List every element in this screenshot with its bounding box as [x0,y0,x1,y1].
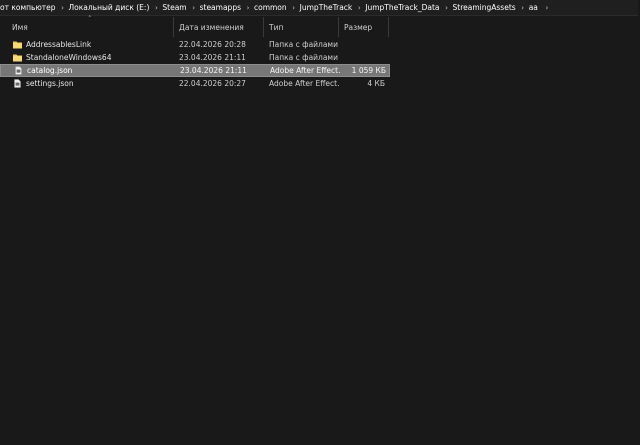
column-header-size-label: Размер [344,22,373,32]
breadcrumb-item-steam[interactable]: Steam [161,3,188,12]
chevron-right-icon[interactable]: › [518,4,528,12]
column-header-date-label: Дата изменения [179,22,244,32]
chevron-right-icon[interactable]: › [189,4,199,12]
file-date: 22.04.2026 20:28 [179,40,246,49]
file-type: Adobe After Effect... [269,79,339,88]
breadcrumb-item-common[interactable]: common [253,3,289,12]
breadcrumb-item-computer[interactable]: от компьютер [0,3,58,12]
column-header-type-label: Тип [269,22,284,32]
breadcrumb-item-jumpthetrack-data[interactable]: JumpTheTrack_Data [364,3,441,12]
breadcrumb[interactable]: от компьютер › Локальный диск (E:) › Ste… [0,0,638,16]
column-header-name-label: Имя [12,22,28,32]
chevron-right-icon[interactable]: › [354,4,364,12]
folder-icon [13,53,22,62]
column-header-date[interactable]: Дата изменения [174,17,264,37]
chevron-right-icon[interactable]: › [540,4,554,12]
folder-icon [13,40,22,49]
list-item[interactable]: StandaloneWindows64 23.04.2026 21:11 Пап… [0,51,390,64]
file-name: StandaloneWindows64 [26,53,112,62]
chevron-right-icon[interactable]: › [442,4,452,12]
json-file-icon [13,79,22,88]
chevron-right-icon[interactable]: › [151,4,161,12]
column-header-type[interactable]: Тип [264,17,339,37]
file-type: Папка с файлами [269,53,338,62]
list-item[interactable]: settings.json 22.04.2026 20:27 Adobe Aft… [0,77,390,90]
list-item-selected[interactable]: catalog.json 23.04.2026 21:11 Adobe Afte… [0,64,390,77]
breadcrumb-item-aa[interactable]: aa [528,3,540,12]
file-type: Adobe After Effect... [270,66,340,75]
json-file-icon [14,66,23,75]
file-name: AddressablesLink [26,40,92,49]
file-size: 1 059 КБ [351,66,386,75]
column-header-size[interactable]: Размер [339,17,389,37]
file-size: 4 КБ [367,79,385,88]
breadcrumb-item-streamingassets[interactable]: StreamingAssets [452,3,518,12]
file-explorer-window: от компьютер › Локальный диск (E:) › Ste… [0,0,640,445]
column-header-name[interactable]: ˄ Имя [0,15,174,37]
file-type: Папка с файлами [269,40,338,49]
list-item[interactable]: AddressablesLink 22.04.2026 20:28 Папка … [0,38,390,51]
chevron-right-icon[interactable]: › [289,4,299,12]
breadcrumb-item-jumpthetrack[interactable]: JumpTheTrack [299,3,355,12]
file-date: 23.04.2026 21:11 [180,66,247,75]
file-name: settings.json [26,79,74,88]
column-headers: ˄ Имя Дата изменения Тип Размер [0,15,390,37]
file-date: 22.04.2026 20:27 [179,79,246,88]
file-name: catalog.json [27,66,73,75]
chevron-right-icon[interactable]: › [58,4,68,12]
chevron-right-icon[interactable]: › [243,4,253,12]
file-list: AddressablesLink 22.04.2026 20:28 Папка … [0,38,390,90]
breadcrumb-item-steamapps[interactable]: steamapps [199,3,243,12]
file-date: 23.04.2026 21:11 [179,53,246,62]
sort-ascending-icon: ˄ [88,15,92,23]
breadcrumb-item-drive-e[interactable]: Локальный диск (E:) [68,3,152,12]
